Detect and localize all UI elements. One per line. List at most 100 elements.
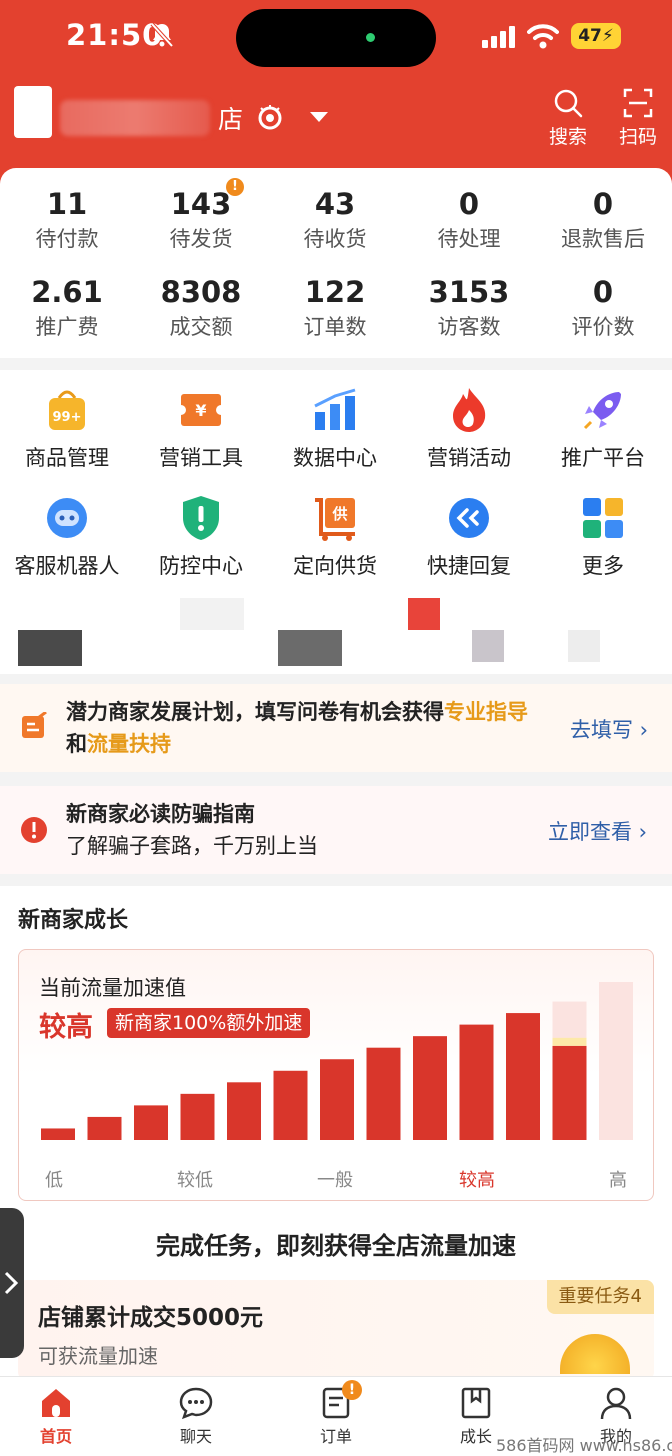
- anti-fraud-notice[interactable]: 新商家必读防骗指南 了解骗子套路，千万别上当 立即查看 ›: [0, 786, 672, 874]
- stat-value: 0: [592, 275, 614, 309]
- redacted-block: [408, 598, 440, 630]
- stat-label: 待处理: [437, 227, 501, 251]
- tool-service-robot[interactable]: 客服机器人: [0, 494, 134, 580]
- tool-label: 营销活动: [427, 446, 511, 470]
- stat-value: 3153: [428, 275, 510, 309]
- anti-fraud-subtitle: 了解骗子套路，千万别上当: [66, 834, 318, 858]
- stat-gmv[interactable]: 8308 成交额: [134, 274, 268, 342]
- stat-visitors[interactable]: 3153 访客数: [402, 274, 536, 342]
- scan-button[interactable]: 扫码: [610, 88, 666, 149]
- stat-value: 0: [592, 187, 614, 221]
- stat-label: 评价数: [571, 315, 635, 339]
- cellular-signal-icon: [482, 26, 515, 48]
- stat-refunds[interactable]: 0 退款售后: [536, 186, 670, 254]
- stat-label: 退款售后: [561, 227, 645, 251]
- tool-label: 客服机器人: [14, 554, 120, 578]
- chevron-right-icon: ›: [632, 820, 648, 844]
- rocket-icon: [583, 392, 621, 430]
- tool-risk-control[interactable]: 防控中心: [134, 494, 268, 580]
- axis-tick-label: 较高: [459, 1170, 495, 1191]
- chat-icon: [179, 1387, 213, 1420]
- redacted-block: [472, 630, 504, 662]
- stat-label: 推广费: [35, 315, 99, 339]
- tab-chat[interactable]: 聊天: [156, 1385, 236, 1447]
- mute-bell-icon: [150, 22, 174, 48]
- traffic-boost-chart-box: 当前流量加速值 较高 新商家100%额外加速 低 较低 一般 较高 高: [18, 949, 654, 1201]
- redacted-banner-strip: [0, 598, 672, 674]
- stat-value: 2.61: [31, 275, 103, 309]
- growth-title: 新商家成长: [18, 908, 129, 933]
- chart-bar: [87, 1116, 122, 1140]
- dropdown-caret-icon[interactable]: [308, 110, 330, 124]
- search-label: 搜索: [548, 126, 587, 148]
- tool-label: 防控中心: [159, 554, 243, 578]
- search-icon: [554, 89, 583, 118]
- task-badge: 重要任务4: [546, 1280, 654, 1314]
- battery-indicator: 47⚡: [571, 23, 621, 49]
- shield-icon: [183, 496, 219, 540]
- stat-value: 122: [304, 275, 366, 309]
- chart-bar: [506, 1013, 540, 1140]
- bar-chart-icon: [314, 388, 356, 430]
- stat-promotion-fee[interactable]: 2.61 推广费: [0, 274, 134, 342]
- stat-label: 待发货: [169, 227, 233, 251]
- stat-pending-payment[interactable]: 11 待付款: [0, 186, 134, 254]
- tool-goods-management[interactable]: 99+ 商品管理: [0, 386, 134, 472]
- stat-order-count[interactable]: 122 订单数: [268, 274, 402, 342]
- tool-more[interactable]: 更多: [536, 494, 670, 580]
- tool-data-center[interactable]: 数据中心: [268, 386, 402, 472]
- stat-pending-handling[interactable]: 0 待处理: [402, 186, 536, 254]
- stat-pending-shipment[interactable]: 143 待发货: [134, 186, 268, 254]
- stat-label: 成交额: [169, 315, 233, 339]
- shop-name[interactable]: 店: [218, 100, 243, 136]
- anti-fraud-title: 新商家必读防骗指南: [66, 802, 255, 826]
- tool-promotion-platform[interactable]: 推广平台: [536, 386, 670, 472]
- warning-icon: [21, 817, 47, 843]
- tool-label: 更多: [582, 554, 624, 578]
- coupon-icon: ¥: [177, 394, 225, 426]
- profile-icon: [600, 1387, 632, 1420]
- stat-pending-receipt[interactable]: 43 待收货: [268, 186, 402, 254]
- stat-value: 143: [170, 187, 232, 221]
- dynamic-island: [236, 9, 436, 67]
- axis-tick-label: 高: [609, 1170, 627, 1191]
- tool-marketing-tools[interactable]: ¥ 营销工具: [134, 386, 268, 472]
- stat-label: 订单数: [303, 315, 367, 339]
- eye-icon[interactable]: [256, 104, 284, 132]
- axis-tick-label: 较低: [177, 1170, 213, 1191]
- svg-text:99+: 99+: [53, 410, 82, 425]
- shop-avatar[interactable]: [14, 86, 52, 138]
- scan-icon: [623, 88, 653, 118]
- survey-notice[interactable]: 潜力商家发展计划，填写问卷有机会获得专业指导和流量扶持 去填写 ›: [0, 684, 672, 772]
- axis-tick-label: 一般: [317, 1170, 353, 1191]
- side-drawer-handle[interactable]: [0, 1208, 24, 1358]
- tool-marketing-activities[interactable]: 营销活动: [402, 386, 536, 472]
- tool-label: 推广平台: [561, 446, 645, 470]
- search-button[interactable]: 搜索: [540, 88, 596, 149]
- chart-bar: [413, 1036, 447, 1140]
- orders-alert-badge: !: [342, 1380, 362, 1400]
- fill-survey-link[interactable]: 去填写 ›: [570, 714, 648, 744]
- shop-name-redacted: [60, 100, 210, 136]
- chart-bar: [273, 1070, 308, 1140]
- task-heading: 完成任务，即刻获得全店流量加速: [156, 1232, 516, 1260]
- tool-quick-reply[interactable]: 快捷回复: [402, 494, 536, 580]
- chevron-right-icon: ›: [633, 718, 649, 742]
- axis-tick-label: 低: [45, 1170, 63, 1191]
- stat-value: 8308: [160, 275, 242, 309]
- home-icon: [42, 1389, 70, 1417]
- tool-directed-supply[interactable]: 供 定向供货: [268, 494, 402, 580]
- tab-label: 聊天: [179, 1427, 212, 1446]
- stat-reviews[interactable]: 0 评价数: [536, 274, 670, 342]
- view-now-link[interactable]: 立即查看 ›: [548, 816, 647, 846]
- chart-bar: [227, 1082, 261, 1140]
- tab-home[interactable]: 首页: [16, 1385, 96, 1447]
- goods-bag-icon: 99+: [49, 390, 85, 430]
- tab-label: 首页: [39, 1427, 72, 1446]
- chart-bar-future: [599, 982, 633, 1140]
- task-card[interactable]: 店铺累计成交5000元 可获流量加速 重要任务4: [18, 1280, 654, 1380]
- chevron-right-icon: [4, 1271, 19, 1295]
- chart-bar: [459, 1024, 494, 1140]
- tab-orders[interactable]: 订单: [296, 1385, 376, 1447]
- chart-bar: [180, 1093, 215, 1140]
